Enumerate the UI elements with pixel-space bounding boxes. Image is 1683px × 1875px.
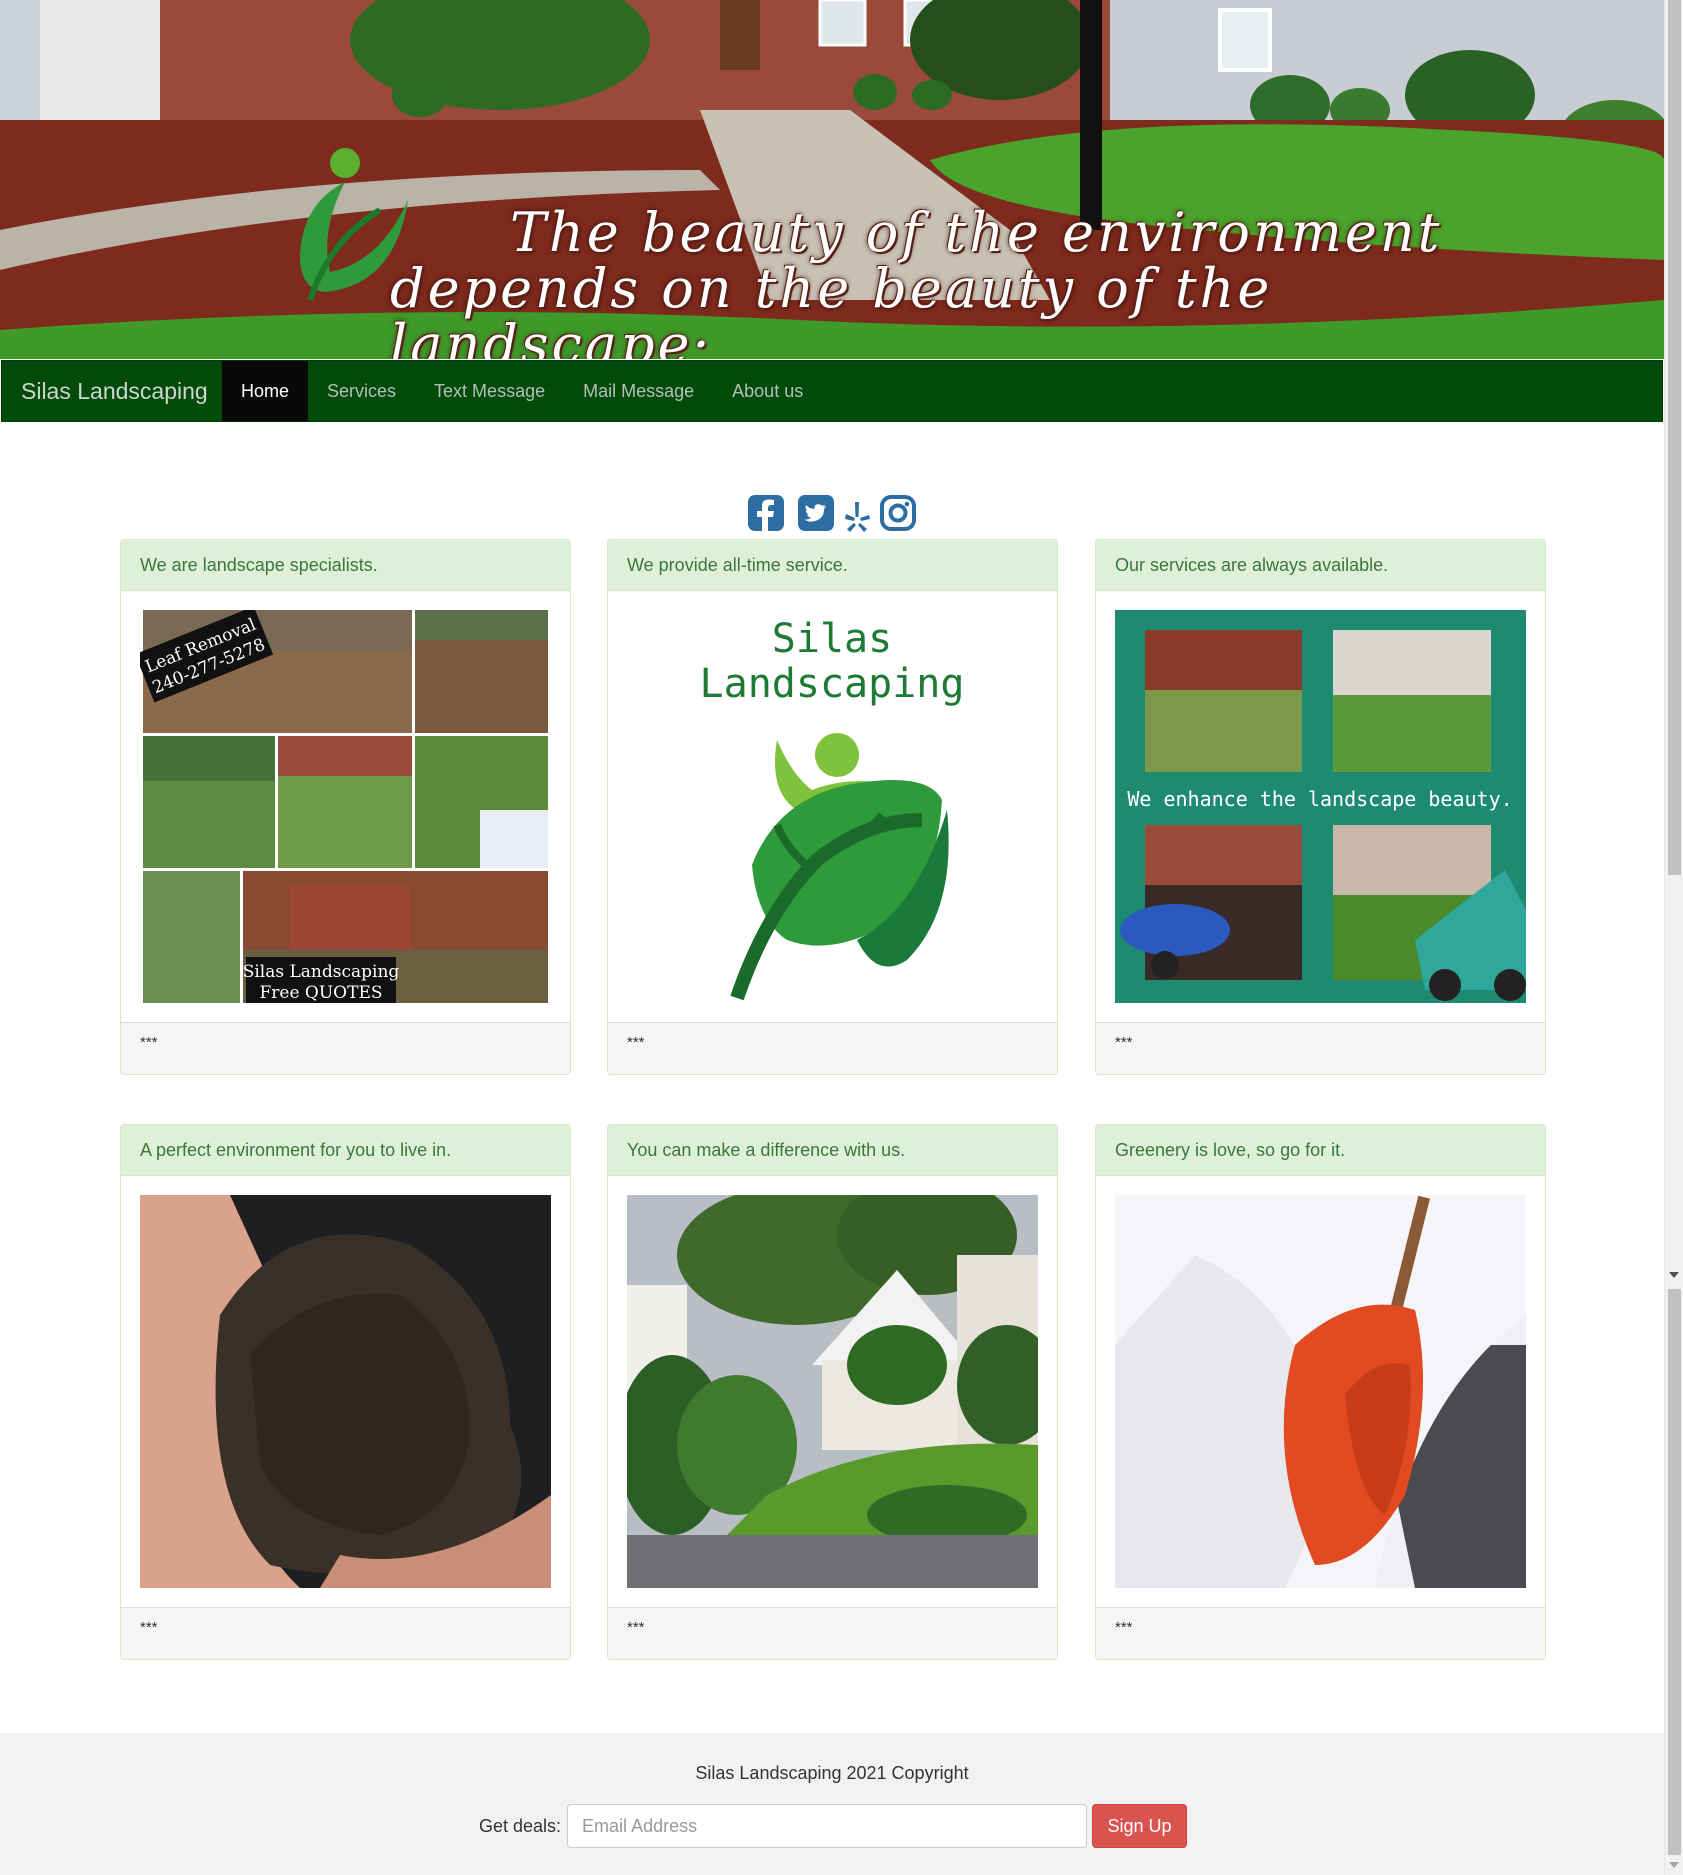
panel-perfect-environment: A perfect environment for you to live in… [120, 1124, 571, 1660]
deals-form: Get deals: Sign Up [479, 1804, 1188, 1848]
panel-heading: Our services are always available. [1096, 540, 1545, 591]
scrollbar-thumb-lower[interactable] [1668, 1289, 1681, 1855]
panel-footer: *** [121, 1607, 570, 1659]
nav-item-text-message[interactable]: Text Message [415, 361, 564, 421]
panel-footer: *** [608, 1022, 1057, 1074]
scrollbar-thumb[interactable] [1668, 0, 1681, 875]
nav-item-home[interactable]: Home [222, 361, 309, 421]
facebook-icon[interactable] [747, 494, 785, 532]
hero-tagline: The beauty of the environment depends on… [390, 201, 1490, 360]
panel-image-logo: Silas Landscaping [627, 610, 1038, 1003]
hero-banner: The beauty of the environment depends on… [0, 0, 1664, 359]
yelp-icon[interactable] [843, 500, 871, 534]
panel-image-leaf-removal: Leaf Removal 240-277-5278 Silas Landscap… [140, 610, 551, 1003]
panel-footer: *** [1096, 1607, 1545, 1659]
signup-button[interactable]: Sign Up [1092, 1804, 1188, 1848]
panel-landscape-specialists: We are landscape specialists. Leaf Remov… [120, 539, 571, 1075]
hero-tagline-line1: The beauty of the environment [510, 201, 1443, 264]
nav-item-about-us[interactable]: About us [713, 361, 822, 421]
collage-caption: We enhance the landscape beauty. [1127, 787, 1512, 811]
panel-all-time-service: We provide all-time service. Silas Lands… [607, 539, 1058, 1075]
panel-image-snow-shovel [1115, 1195, 1526, 1588]
collage-brand-label: Silas Landscaping [243, 962, 400, 982]
scroll-down-arrow-icon[interactable] [1669, 1272, 1679, 1278]
nav-item-services[interactable]: Services [308, 361, 415, 421]
panel-footer: *** [608, 1607, 1057, 1659]
panel-footer: *** [1096, 1022, 1545, 1074]
twitter-icon[interactable] [797, 494, 835, 532]
panel-heading: Greenery is love, so go for it. [1096, 1125, 1545, 1176]
logo-text-landscaping: Landscaping [700, 661, 965, 707]
navbar-brand[interactable]: Silas Landscaping [21, 361, 208, 421]
panel-image-soil [140, 1195, 551, 1588]
panel-heading: We provide all-time service. [608, 540, 1057, 591]
panel-heading: You can make a difference with us. [608, 1125, 1057, 1176]
social-links [747, 492, 917, 536]
panel-image-house-lawn [627, 1195, 1038, 1588]
nav-menu: Home Services Text Message Mail Message … [222, 361, 822, 421]
free-quotes-label: Free QUOTES [259, 983, 382, 1003]
main-navbar: Silas Landscaping Home Services Text Mes… [1, 360, 1663, 422]
panel-heading: We are landscape specialists. [121, 540, 570, 591]
panel-footer: *** [121, 1022, 570, 1074]
hero-tagline-line2: depends on the beauty of the landscape· [390, 257, 1273, 360]
logo-text-silas: Silas [772, 616, 892, 662]
copyright-text: Silas Landscaping 2021 Copyright [695, 1763, 969, 1783]
nav-item-mail-message[interactable]: Mail Message [564, 361, 713, 421]
panel-always-available: Our services are always available. We en… [1095, 539, 1546, 1075]
deals-label: Get deals: [479, 1815, 562, 1836]
panel-make-a-difference: You can make a difference with us. *** [607, 1124, 1058, 1660]
page-scrollbar[interactable] [1664, 0, 1683, 1875]
panel-greenery-is-love: Greenery is love, so go for it. *** [1095, 1124, 1546, 1660]
page-footer: Silas Landscaping 2021 Copyright Get dea… [0, 1733, 1664, 1875]
email-input[interactable] [567, 1804, 1088, 1848]
panel-heading: A perfect environment for you to live in… [121, 1125, 570, 1176]
panel-image-landscape-collage: We enhance the landscape beauty. [1115, 610, 1526, 1003]
instagram-icon[interactable] [879, 494, 917, 532]
scroll-bottom-arrow-icon[interactable] [1669, 1862, 1679, 1868]
